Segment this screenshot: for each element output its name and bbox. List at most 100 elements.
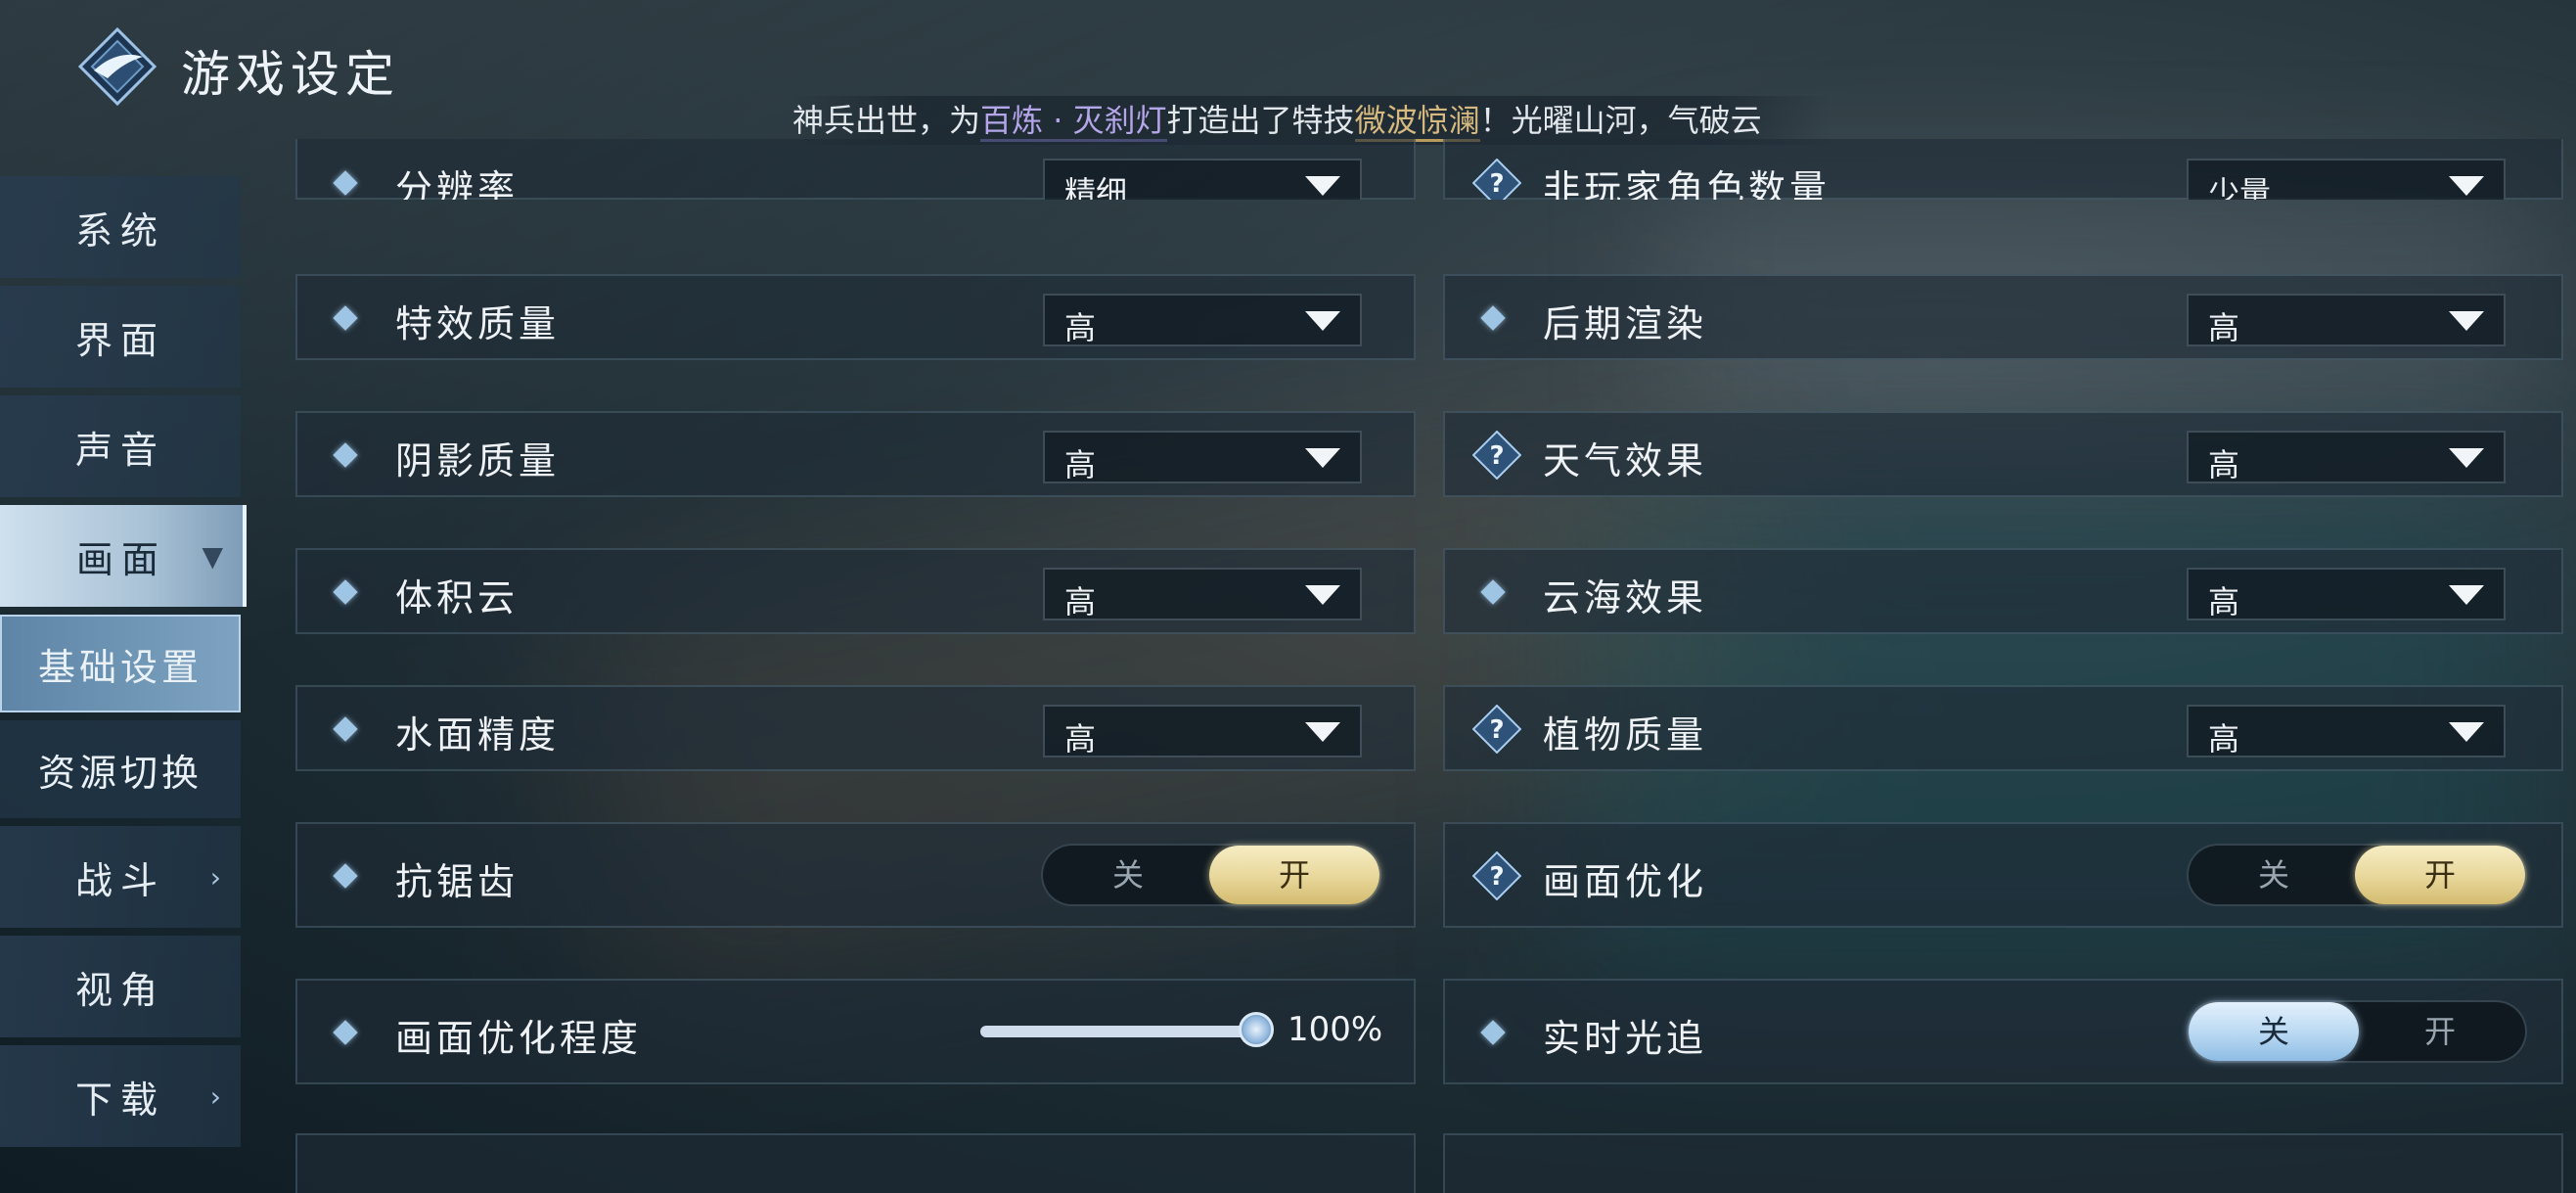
toggle-on-option[interactable]: 开 [2355, 1002, 2525, 1061]
caret-down-icon [2449, 176, 2484, 196]
setting-row-weather-effects: ? 天气效果 高 [1443, 411, 2563, 497]
logo-icon [78, 27, 157, 106]
svg-text:?: ? [1489, 169, 1504, 199]
caret-down-icon [1305, 448, 1340, 468]
caret-down-icon [2449, 722, 2484, 742]
setting-row-volumetric-clouds: 体积云 高 [295, 548, 1416, 634]
post-processing-dropdown[interactable]: 高 [2187, 294, 2506, 346]
dropdown-value: 高 [2208, 446, 2240, 483]
caret-down-icon [2449, 448, 2484, 468]
sidebar-item-combat[interactable]: 战斗 › [0, 826, 241, 928]
diamond-icon [1480, 305, 1506, 331]
setting-label: 云海效果 [1543, 576, 1708, 619]
setting-row-effects-quality: 特效质量 高 [295, 274, 1416, 360]
setting-row-partial [1443, 1133, 2563, 1193]
volumetric-clouds-dropdown[interactable]: 高 [1043, 568, 1362, 620]
vegetation-quality-dropdown[interactable]: 高 [2187, 705, 2506, 757]
setting-label: 分辨率 [395, 167, 520, 210]
sidebar-item-interface[interactable]: 界面 [0, 286, 241, 388]
setting-label: 实时光追 [1543, 1017, 1708, 1060]
toggle-off-option[interactable]: 关 [2189, 1002, 2359, 1061]
ticker-item-name: 百炼 · 灭刹灯 [980, 102, 1167, 142]
setting-row-partial [295, 1133, 1416, 1193]
help-question-icon[interactable]: ? [1472, 159, 1521, 207]
setting-row-water-precision: 水面精度 高 [295, 685, 1416, 771]
setting-row-image-optimization: ? 画面优化 关 开 [1443, 822, 2563, 928]
water-precision-dropdown[interactable]: 高 [1043, 705, 1362, 757]
help-question-icon[interactable]: ? [1472, 431, 1521, 480]
slider-fill [980, 1026, 1256, 1037]
toggle-off-option[interactable]: 关 [1043, 846, 1213, 904]
ticker-prefix: 神兵出世，为 [792, 102, 981, 139]
diamond-icon [1480, 579, 1506, 605]
weather-effects-dropdown[interactable]: 高 [2187, 431, 2506, 483]
setting-row-shadow-quality: 阴影质量 高 [295, 411, 1416, 497]
toggle-on-option[interactable]: 开 [1209, 846, 1379, 904]
diamond-icon [1480, 1020, 1506, 1045]
effects-quality-dropdown[interactable]: 高 [1043, 294, 1362, 346]
image-optimization-toggle[interactable]: 关 开 [2187, 844, 2527, 906]
ticker-skill-name: 微波惊澜 [1354, 102, 1480, 142]
antialiasing-toggle[interactable]: 关 开 [1041, 844, 1381, 906]
caret-down-icon [2449, 311, 2484, 331]
setting-label: 特效质量 [395, 302, 561, 345]
sidebar-item-label: 画面 [75, 537, 166, 581]
setting-row-vegetation-quality: ? 植物质量 高 [1443, 685, 2563, 771]
setting-label: 水面精度 [395, 713, 561, 757]
setting-label: 体积云 [395, 576, 520, 619]
caret-down-icon [1305, 311, 1340, 331]
setting-row-cloud-sea: 云海效果 高 [1443, 548, 2563, 634]
setting-row-post-processing: 后期渲染 高 [1443, 274, 2563, 360]
sidebar-item-camera[interactable]: 视角 [0, 936, 241, 1037]
cloud-sea-dropdown[interactable]: 高 [2187, 568, 2506, 620]
sidebar-subitem-resource-switch[interactable]: 资源切换 [0, 720, 241, 818]
diamond-icon [333, 442, 358, 468]
caret-down-icon [2449, 585, 2484, 605]
slider-value: 100% [1288, 1010, 1383, 1049]
sidebar-item-label: 声音 [74, 428, 165, 472]
setting-label: 画面优化 [1543, 860, 1708, 903]
dropdown-value: 高 [1064, 583, 1097, 620]
svg-text:?: ? [1489, 441, 1504, 471]
dropdown-value: 高 [1064, 446, 1097, 483]
resolution-dropdown[interactable]: 精细 [1043, 159, 1362, 200]
page-title: 游戏设定 [181, 46, 400, 103]
caret-down-icon [1305, 722, 1340, 742]
ticker-suffix: ！光曜山河，气破云 [1479, 102, 1762, 139]
shadow-quality-dropdown[interactable]: 高 [1043, 431, 1362, 483]
sidebar-subitem-basic-settings[interactable]: 基础设置 [0, 615, 241, 712]
help-question-icon[interactable]: ? [1472, 851, 1521, 900]
toggle-on-option[interactable]: 开 [2355, 846, 2525, 904]
dropdown-value: 高 [2208, 720, 2240, 757]
chevron-right-icon: › [209, 1080, 229, 1113]
help-question-icon[interactable]: ? [1472, 705, 1521, 754]
sidebar-item-sound[interactable]: 声音 [0, 395, 241, 497]
sidebar-item-graphics[interactable]: 画面 ▼ [0, 505, 247, 607]
slider-handle[interactable] [1239, 1012, 1274, 1047]
setting-row-ray-tracing: 实时光追 关 开 [1443, 979, 2563, 1084]
caret-down-icon: ▼ [202, 540, 231, 573]
sidebar-item-label: 下载 [74, 1078, 165, 1122]
diamond-icon [333, 716, 358, 742]
diamond-icon [333, 863, 358, 889]
setting-row-antialiasing: 抗锯齿 关 开 [295, 822, 1416, 928]
sidebar-item-label: 界面 [74, 318, 165, 362]
caret-down-icon [1305, 176, 1340, 196]
sidebar-item-download[interactable]: 下载 › [0, 1045, 241, 1147]
diamond-icon [333, 305, 358, 331]
setting-label: 植物质量 [1543, 713, 1708, 757]
svg-text:?: ? [1489, 862, 1504, 892]
setting-label: 抗锯齿 [395, 860, 520, 903]
announcement-ticker: 神兵出世，为百炼 · 灭刹灯打造出了特技微波惊澜！光曜山河，气破云 [792, 96, 1830, 145]
setting-label: 阴影质量 [395, 439, 561, 482]
setting-label: 天气效果 [1543, 439, 1708, 482]
sidebar-item-system[interactable]: 系统 [0, 176, 241, 278]
dropdown-value: 高 [2208, 309, 2240, 346]
svg-text:?: ? [1489, 715, 1504, 745]
toggle-off-option[interactable]: 关 [2189, 846, 2359, 904]
sidebar-item-label: 系统 [74, 208, 165, 252]
caret-down-icon [1305, 585, 1340, 605]
dropdown-value: 高 [1064, 309, 1097, 346]
ray-tracing-toggle[interactable]: 关 开 [2187, 1000, 2527, 1063]
optimization-level-slider[interactable] [980, 1012, 1274, 1047]
